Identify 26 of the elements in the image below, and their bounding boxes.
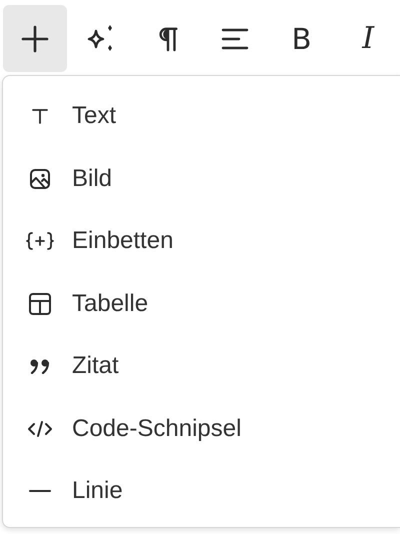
bold-button[interactable]: B [270, 5, 334, 72]
menu-item[interactable]: Bild [3, 148, 400, 210]
text-icon [30, 106, 50, 126]
menu-item-label: Linie [72, 477, 123, 506]
menu-item-label: Tabelle [72, 290, 148, 318]
italic-button[interactable]: I [336, 5, 400, 72]
menu-item[interactable]: Zitat [3, 335, 400, 398]
horizontal-line-icon [28, 489, 52, 494]
plus-button[interactable] [3, 5, 67, 72]
menu-item[interactable]: Tabelle [3, 272, 400, 335]
table-icon [28, 292, 52, 316]
braces-plus-icon [26, 231, 54, 252]
quote-icon [29, 358, 51, 374]
menu-item-label: Text [72, 102, 116, 130]
menu-item-label: Zitat [72, 352, 119, 380]
menu-item-label: Bild [72, 164, 112, 193]
menu-item-label: Code-Schnipsel [72, 414, 242, 443]
align-icon [220, 26, 249, 50]
plus-icon [20, 24, 49, 52]
menu-item[interactable]: Einbetten [3, 210, 400, 272]
menu-item-label: Einbetten [72, 227, 174, 256]
menu-item[interactable]: Linie [3, 460, 400, 522]
menu-item[interactable]: Text [3, 85, 400, 148]
code-icon [27, 420, 53, 438]
menu-item[interactable]: Code-Schnipsel [3, 398, 400, 460]
image-icon [29, 168, 51, 190]
